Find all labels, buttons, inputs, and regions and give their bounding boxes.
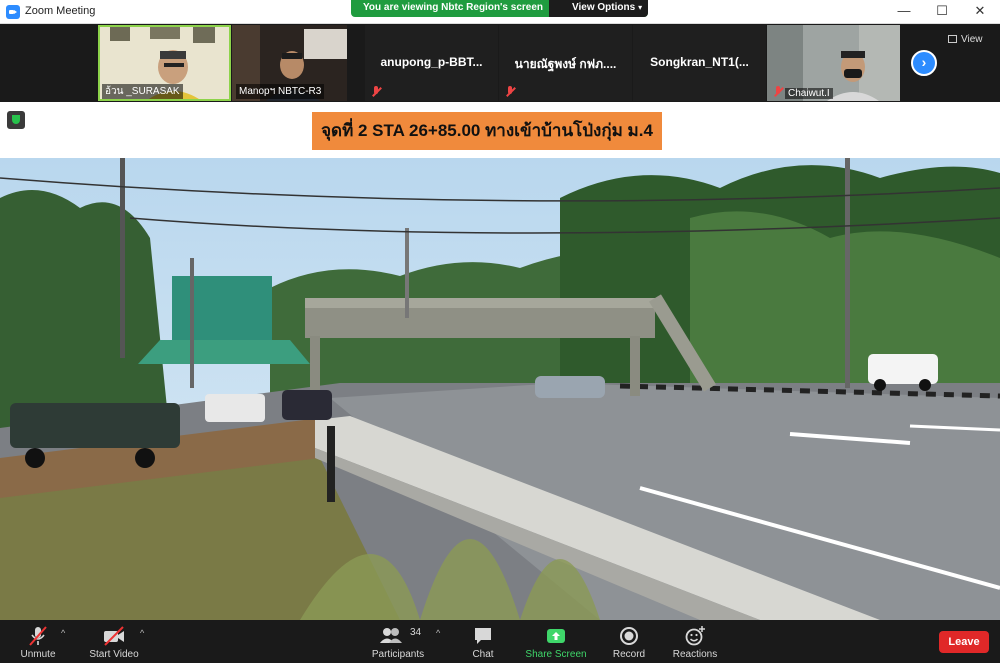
participant-strip: อ้วน _SURASAK Manopฯ NBTC-R3 anupong_p-B…	[0, 24, 1000, 102]
participant-name: นายณัฐพงษ์ กฟภ....	[514, 57, 617, 71]
road-photo	[0, 158, 1000, 620]
participant-name: Manopฯ NBTC-R3	[236, 84, 325, 99]
video-options-caret[interactable]: ^	[140, 628, 144, 638]
share-screen-label: Share Screen	[525, 649, 587, 660]
mic-muted-icon	[505, 86, 515, 98]
zoom-window: Zoom Meeting You are viewing Nbtc Region…	[0, 0, 1000, 663]
participant-tile[interactable]: นายณัฐพงษ์ กฟภ....	[499, 25, 632, 101]
screen-share-banner: You are viewing Nbtc Region's screen Vie…	[351, 0, 648, 17]
start-video-button[interactable]: Start Video	[86, 620, 142, 663]
next-page-button[interactable]: ›	[911, 50, 937, 76]
zoom-app-icon	[6, 5, 20, 19]
chat-label: Chat	[472, 649, 494, 660]
share-banner-text: You are viewing Nbtc Region's screen	[363, 2, 544, 13]
participant-tile[interactable]: anupong_p-BBT...	[365, 25, 498, 101]
window-title: Zoom Meeting	[25, 5, 96, 17]
mic-muted-icon	[10, 625, 66, 647]
shared-screen[interactable]: จุดที่ 2 STA 26+85.00 ทางเข้าบ้านโป่งกุ่…	[0, 102, 1000, 620]
participants-button[interactable]: 34 Participants	[368, 620, 428, 663]
video-off-icon	[86, 625, 142, 647]
grid-view-icon	[948, 35, 957, 43]
chat-button[interactable]: Chat	[463, 620, 503, 663]
title-bar: Zoom Meeting You are viewing Nbtc Region…	[0, 0, 1000, 24]
maximize-button[interactable]: ☐	[923, 0, 961, 24]
participant-name: anupong_p-BBT...	[380, 55, 483, 69]
reactions-label: Reactions	[672, 649, 718, 660]
participants-count: 34	[410, 627, 422, 638]
participant-name: Songkran_NT1(...	[650, 55, 749, 69]
share-screen-button[interactable]: Share Screen	[524, 620, 588, 663]
slide-caption: จุดที่ 2 STA 26+85.00 ทางเข้าบ้านโป่งกุ่…	[312, 112, 662, 150]
mic-muted-icon	[371, 86, 381, 98]
view-options-label: View Options	[572, 2, 636, 13]
view-options-button[interactable]: View Options ▾	[549, 0, 648, 17]
unmute-button[interactable]: Unmute	[10, 620, 66, 663]
participant-tile[interactable]: อ้วน _SURASAK	[98, 25, 231, 101]
meeting-toolbar: Unmute ^ Start Video ^ 34 Participants ^…	[0, 620, 1000, 663]
record-button[interactable]: Record	[608, 620, 650, 663]
participants-icon: 34	[368, 625, 428, 647]
view-layout-button[interactable]: View	[948, 34, 994, 52]
reactions-button[interactable]: Reactions	[670, 620, 720, 663]
participant-tile[interactable]: Manopฯ NBTC-R3	[232, 25, 347, 101]
unmute-label: Unmute	[20, 649, 56, 660]
participant-tile[interactable]: Songkran_NT1(...	[633, 25, 766, 101]
participant-name: Chaiwut.I	[785, 88, 833, 99]
participant-name: อ้วน _SURASAK	[102, 84, 183, 99]
close-button[interactable]: ✕	[961, 0, 999, 24]
audio-options-caret[interactable]: ^	[61, 628, 65, 638]
share-screen-icon	[524, 625, 588, 647]
reactions-smiley-icon	[670, 625, 720, 647]
participants-options-caret[interactable]: ^	[436, 628, 440, 638]
leave-button[interactable]: Leave	[939, 631, 989, 653]
record-icon	[608, 625, 650, 647]
chat-bubble-icon	[463, 625, 503, 647]
record-label: Record	[612, 649, 646, 660]
participant-tile[interactable]: Chaiwut.I	[767, 25, 900, 101]
security-shield-icon[interactable]	[7, 111, 25, 129]
view-layout-label: View	[961, 34, 983, 45]
mic-muted-icon	[773, 86, 783, 98]
start-video-label: Start Video	[89, 649, 139, 660]
chevron-down-icon: ▾	[638, 3, 643, 12]
participants-label: Participants	[371, 649, 425, 660]
minimize-button[interactable]: —	[885, 0, 923, 24]
